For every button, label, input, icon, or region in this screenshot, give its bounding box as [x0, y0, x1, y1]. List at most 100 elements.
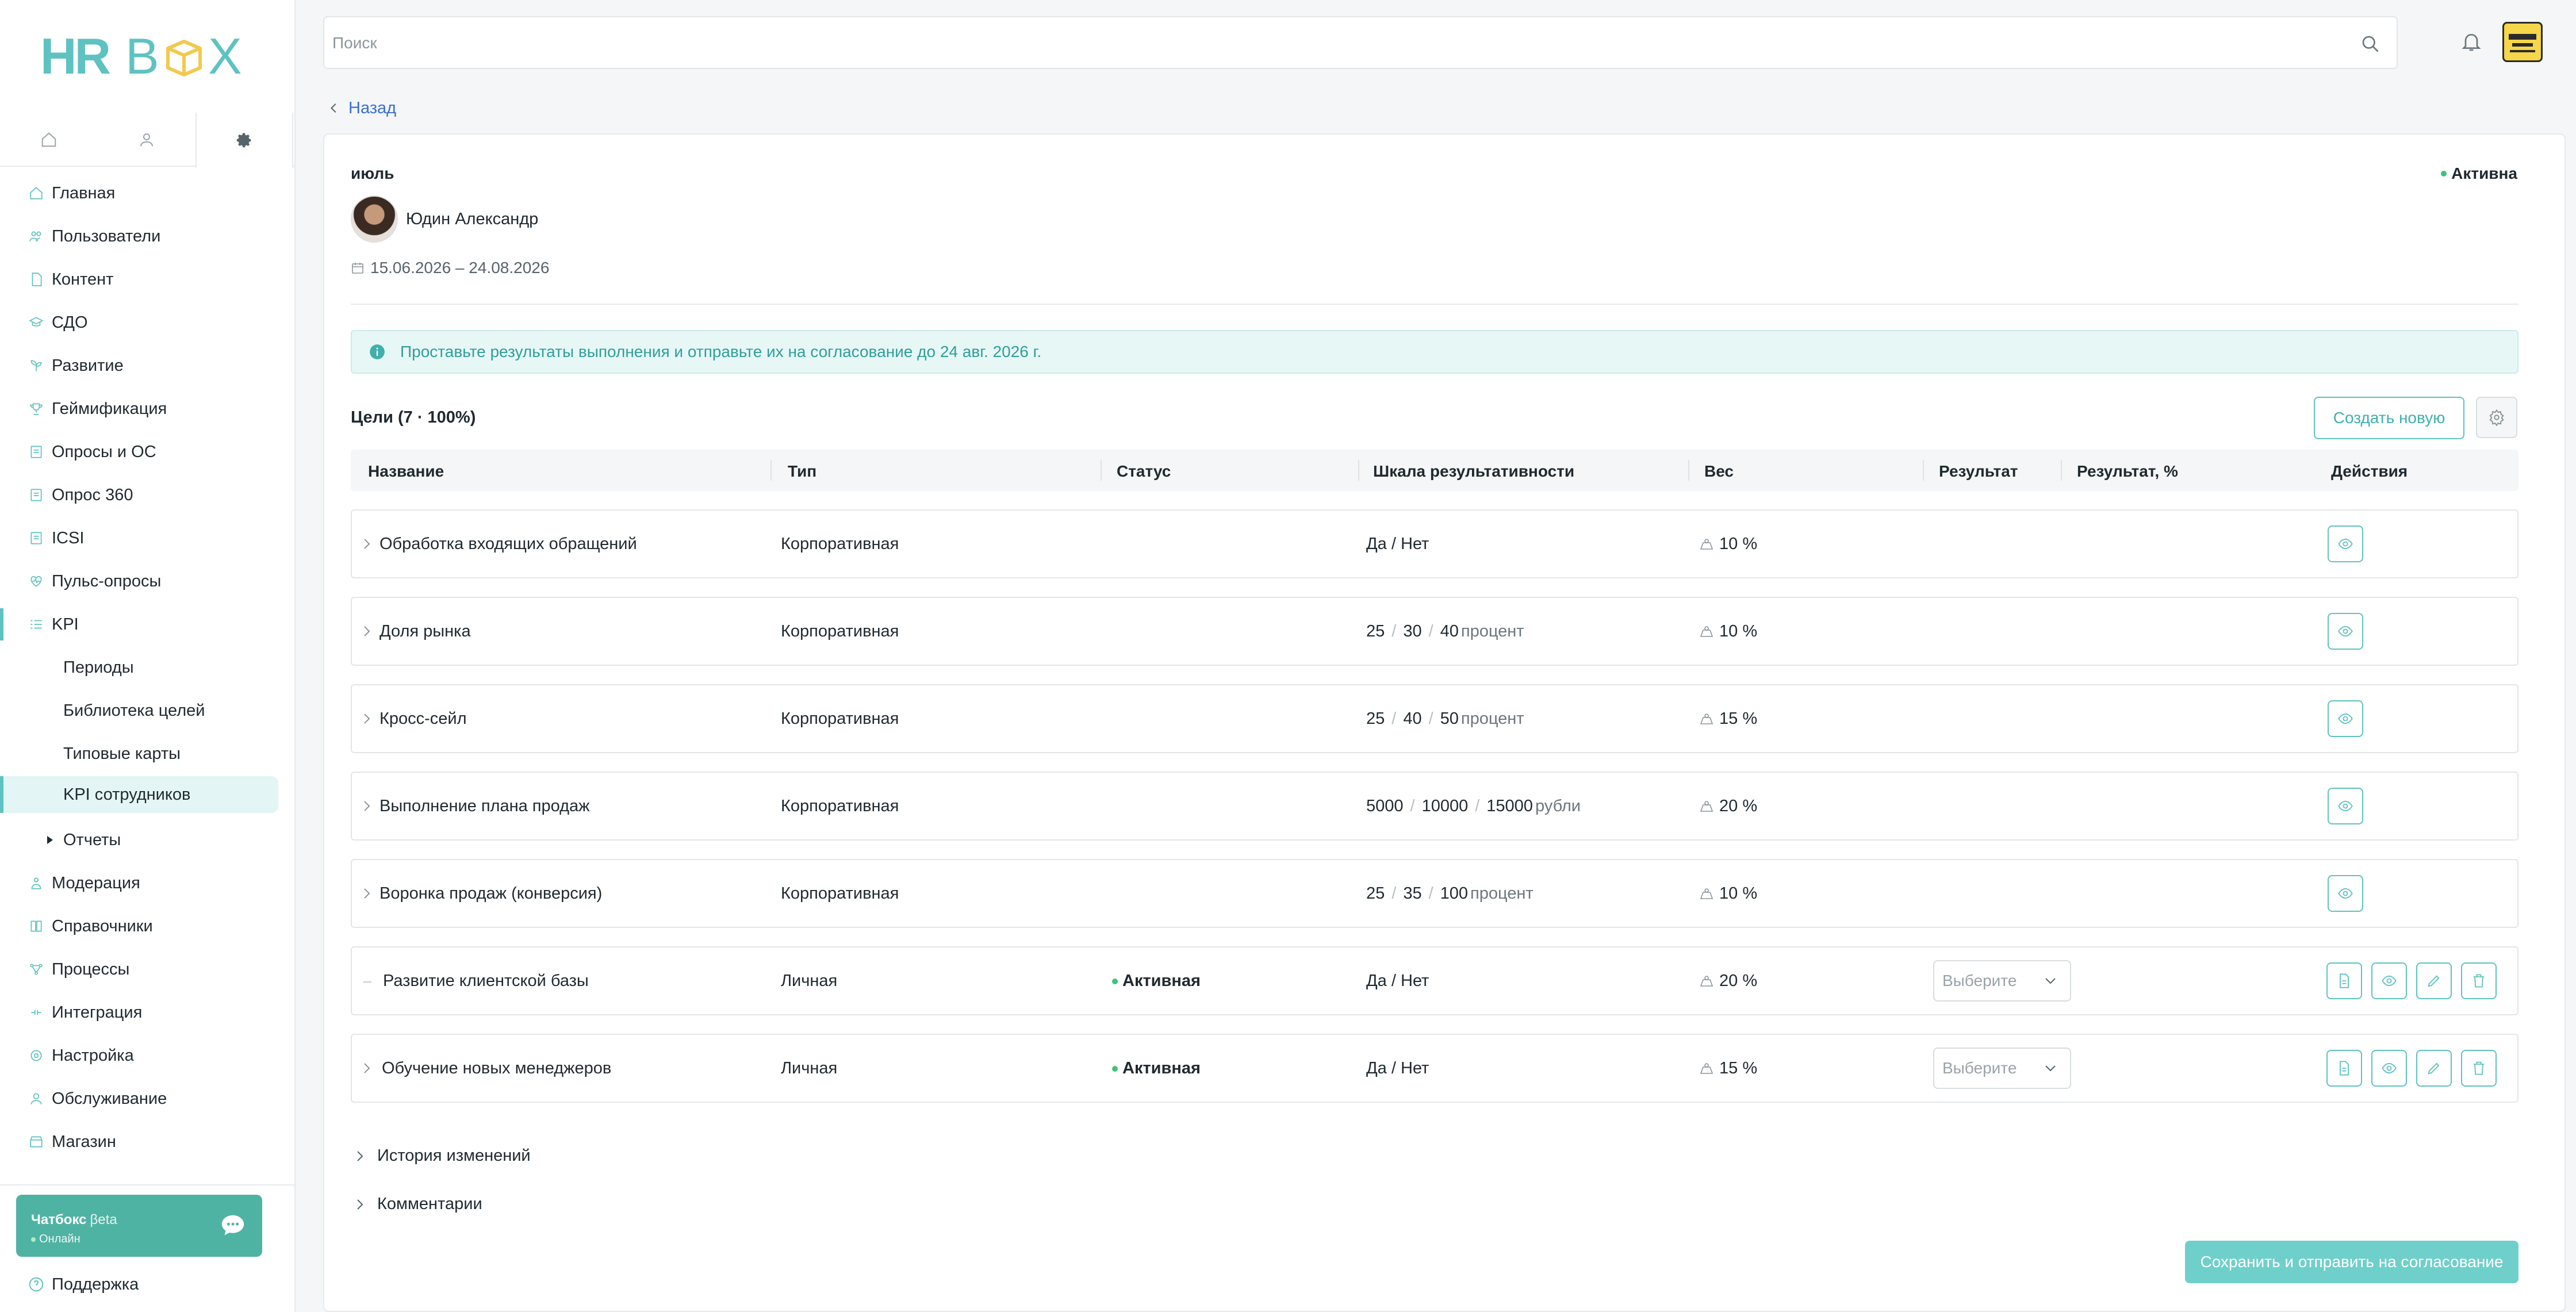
sidebar-item-reports[interactable]: Отчеты [0, 822, 296, 858]
view-button[interactable] [2328, 525, 2363, 562]
book-icon [28, 918, 45, 935]
col-result[interactable]: Результат [1939, 462, 2018, 481]
eye-icon [2338, 888, 2353, 899]
sidebar: HR B X Главная Пользователи Контент СДО … [0, 0, 296, 1312]
table-row[interactable]: Обучение новых менеджеров Личная Активна… [351, 1034, 2518, 1103]
sidebar-item-employee-kpi[interactable]: KPI сотрудников [0, 776, 278, 813]
sidebar-item-processes[interactable]: Процессы [0, 951, 296, 988]
scale-min: 25 [1366, 622, 1385, 640]
sidebar-item-icsi[interactable]: ICSI [0, 520, 296, 557]
bell-icon[interactable] [2460, 29, 2483, 54]
document-button[interactable] [2326, 1050, 2362, 1087]
user-icon [140, 133, 153, 147]
col-result-percent[interactable]: Результат, % [2077, 462, 2178, 481]
col-scale[interactable]: Шкала результативности [1373, 462, 1574, 481]
sidebar-item-lms[interactable]: СДО [0, 304, 296, 341]
back-link[interactable]: Назад [328, 98, 396, 118]
goal-type: Корпоративная [781, 884, 899, 903]
view-button[interactable] [2371, 1050, 2407, 1087]
goal-weight-value: 20 % [1719, 972, 1758, 990]
sidebar-item-pulse[interactable]: Пульс-опросы [0, 563, 296, 600]
tab-settings[interactable] [195, 113, 293, 168]
dates-label: 15.06.2026 – 24.08.2026 [370, 259, 550, 277]
sidebar-item-service[interactable]: Обслуживание [0, 1080, 296, 1117]
chatbox-title: Чатбокс βeta [31, 1212, 117, 1227]
sidebar-item-survey-360[interactable]: Опрос 360 [0, 477, 296, 513]
table-row[interactable]: Выполнение плана продаж Корпоративная 50… [351, 772, 2518, 841]
view-button[interactable] [2328, 700, 2363, 737]
sidebar-item-moderation[interactable]: Модерация [0, 865, 296, 901]
edit-button[interactable] [2416, 1050, 2452, 1087]
sidebar-item-label: Периоды [63, 658, 134, 677]
chevron-right-icon [357, 1199, 363, 1210]
view-button[interactable] [2328, 788, 2363, 824]
sidebar-item-home[interactable]: Главная [0, 175, 296, 212]
chevron-right-icon[interactable] [361, 1061, 373, 1075]
sidebar-item-gamification[interactable]: Геймификация [0, 390, 296, 427]
sidebar-item-integration[interactable]: Интеграция [0, 994, 296, 1031]
view-button[interactable] [2371, 962, 2407, 999]
col-weight[interactable]: Вес [1704, 462, 1734, 481]
comments-section-toggle[interactable]: Комментарии [354, 1195, 482, 1214]
sidebar-item-periods[interactable]: Периоды [0, 649, 296, 686]
save-and-submit-button[interactable]: Сохранить и отправить на согласование [2185, 1241, 2518, 1283]
goal-weight: 15 % [1699, 709, 1757, 728]
hrbox-logo[interactable]: HR B X [40, 33, 254, 79]
sidebar-item-label: Типовые карты [63, 744, 181, 763]
search-input[interactable] [332, 29, 2345, 57]
table-settings-button[interactable] [2476, 397, 2517, 438]
table-row[interactable]: Доля рынка Корпоративная 25/30/40 процент… [351, 597, 2518, 666]
table-row[interactable]: Развитие клиентской базы Личная Активная… [351, 946, 2518, 1015]
sidebar-item-content[interactable]: Контент [0, 261, 296, 298]
search-icon[interactable] [2360, 33, 2380, 54]
create-goal-button[interactable]: Создать новую [2314, 397, 2464, 439]
edit-button[interactable] [2416, 962, 2452, 999]
chevron-right-icon[interactable] [361, 712, 373, 726]
result-select[interactable]: Выберите [1933, 960, 2071, 1002]
scale-max: 50 [1440, 709, 1459, 728]
goals-title: Цели (7 · 100%) [351, 408, 476, 427]
table-row[interactable]: Кросс-сейл Корпоративная 25/40/50 процент… [351, 684, 2518, 753]
chevron-right-icon[interactable] [361, 624, 373, 638]
sidebar-item-dictionaries[interactable]: Справочники [0, 908, 296, 945]
table-row[interactable]: Воронка продаж (конверсия) Корпоративная… [351, 859, 2518, 928]
goal-weight-value: 15 % [1719, 1059, 1758, 1077]
sidebar-item-goals-library[interactable]: Библиотека целей [0, 692, 296, 729]
employee: Юдин Александр [351, 195, 538, 243]
sidebar-item-support[interactable]: Поддержка [0, 1266, 296, 1303]
sidebar-item-users[interactable]: Пользователи [0, 218, 296, 255]
chevron-right-icon[interactable] [361, 799, 373, 813]
chevron-right-icon[interactable] [361, 537, 373, 551]
tab-profile[interactable] [98, 113, 195, 167]
delete-button[interactable] [2461, 962, 2497, 999]
table-row[interactable]: Обработка входящих обращений Корпоративн… [351, 509, 2518, 578]
moderation-icon [28, 874, 45, 892]
eye-icon [2338, 800, 2353, 812]
svg-text:HR: HR [40, 33, 110, 79]
sidebar-item-kpi[interactable]: KPI [0, 606, 296, 643]
view-button[interactable] [2328, 875, 2363, 912]
goal-weight: 20 % [1699, 972, 1757, 991]
status-dot [1112, 1065, 1118, 1072]
chevron-right-icon[interactable] [361, 887, 373, 900]
col-status[interactable]: Статус [1117, 462, 1171, 481]
tab-home[interactable] [0, 113, 98, 167]
user-avatar[interactable] [2502, 22, 2543, 62]
view-button[interactable] [2328, 613, 2363, 650]
history-section-toggle[interactable]: История изменений [354, 1146, 531, 1165]
eye-icon [2338, 626, 2353, 637]
sidebar-item-template-cards[interactable]: Типовые карты [0, 735, 296, 772]
col-type[interactable]: Тип [788, 462, 816, 481]
sidebar-item-surveys[interactable]: Опросы и ОС [0, 434, 296, 470]
goal-type: Корпоративная [781, 622, 899, 640]
sidebar-item-store[interactable]: Магазин [0, 1123, 296, 1160]
result-select[interactable]: Выберите [1933, 1048, 2071, 1089]
search-bar [323, 16, 2398, 69]
document-button[interactable] [2326, 962, 2362, 999]
delete-button[interactable] [2461, 1050, 2497, 1087]
sidebar-item-settings[interactable]: Настройка [0, 1037, 296, 1074]
goal-weight-value: 15 % [1719, 709, 1758, 728]
sidebar-item-development[interactable]: Развитие [0, 347, 296, 384]
col-name[interactable]: Название [368, 462, 444, 481]
chatbox-widget[interactable]: Чатбокс βeta Онлайн [16, 1195, 262, 1257]
